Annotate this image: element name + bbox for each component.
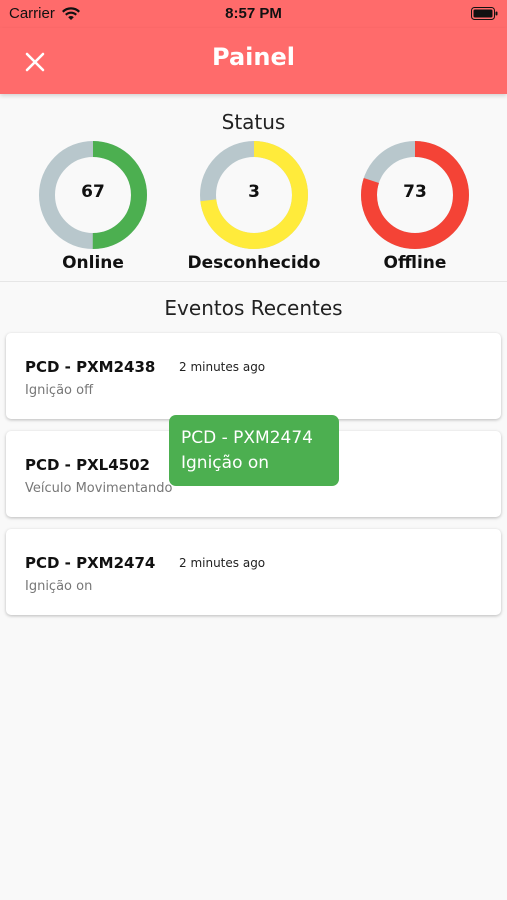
toast-message: Ignição on [181, 453, 270, 473]
gauge-count: 67 [81, 182, 105, 202]
event-description: Veículo Movimentando [25, 481, 173, 496]
gauge-label: Online [62, 253, 124, 273]
app-bar: Painel [0, 28, 507, 94]
gauge-online: 67 Online [13, 140, 173, 280]
gauge-count: 73 [403, 182, 427, 202]
event-time: 2 minutes ago [179, 556, 266, 570]
battery-icon [471, 7, 498, 20]
gauge-desconhecido: 3 Desconhecido [174, 140, 334, 280]
toast-title: PCD - PXM2474 [181, 428, 313, 448]
event-vehicle: PCD - PXL4502 [25, 456, 150, 474]
event-description: Ignição off [25, 383, 94, 398]
event-vehicle: PCD - PXM2438 [25, 358, 156, 376]
events-title: Eventos Recentes [164, 296, 343, 320]
status-section: Status 67 Online 3 Desconhecido 73 Offli… [0, 94, 507, 280]
section-divider [0, 281, 507, 282]
event-vehicle: PCD - PXM2474 [25, 554, 156, 572]
status-title: Status [221, 110, 286, 134]
gauge-label: Desconhecido [187, 253, 321, 273]
event-description: Ignição on [25, 579, 93, 594]
toast-notification[interactable]: PCD - PXM2474 Ignição on [169, 415, 339, 486]
status-bar: Carrier 8:57 PM [0, 0, 507, 28]
event-time: 2 minutes ago [179, 360, 266, 374]
gauge-offline: 73 Offline [335, 140, 495, 280]
page-title: Painel [212, 43, 295, 71]
gauge-count: 3 [248, 182, 260, 202]
event-card[interactable]: PCD - PXM2438 2 minutes ago Ignição off [6, 333, 501, 419]
event-card[interactable]: PCD - PXM2474 2 minutes ago Ignição on [6, 529, 501, 615]
gauge-label: Offline [383, 253, 447, 273]
clock: 8:57 PM [225, 5, 282, 22]
